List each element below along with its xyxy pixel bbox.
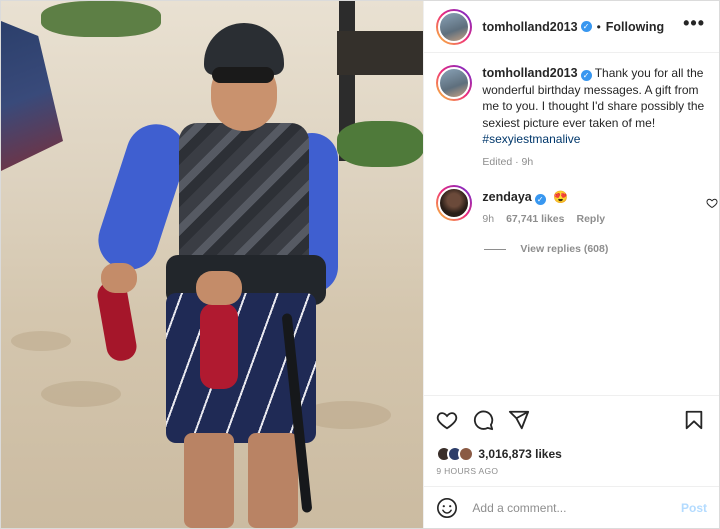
- following-button[interactable]: Following: [606, 20, 664, 34]
- verified-badge-icon: ✓: [580, 21, 592, 32]
- comment-like-heart-icon[interactable]: [706, 197, 718, 209]
- post-side-panel: tomholland2013 ✓ • Following ••• tomholl…: [423, 1, 719, 528]
- post-photo[interactable]: [1, 1, 424, 528]
- comment-input[interactable]: Add a comment...: [472, 501, 681, 515]
- red-shoe-right: [200, 303, 238, 389]
- bookmark-icon[interactable]: [683, 409, 705, 431]
- hashtag-link[interactable]: #sexyiestmanalive: [482, 132, 580, 146]
- add-comment-bar: Add a comment... Post: [424, 486, 719, 528]
- action-icons: [436, 408, 707, 432]
- more-options-icon[interactable]: •••: [683, 14, 705, 32]
- heart-icon[interactable]: [436, 409, 458, 431]
- liker-avatar[interactable]: [458, 446, 475, 462]
- header-info: tomholland2013 ✓ • Following: [482, 20, 664, 34]
- caption-body: tomholland2013 ✓ Thank you for all the wo…: [482, 65, 710, 170]
- likes-row: 3,016,873 likes: [436, 446, 707, 462]
- comment-likes[interactable]: 67,741 likes: [506, 213, 564, 225]
- comment-icon[interactable]: [472, 409, 494, 431]
- kite-background: [1, 21, 63, 171]
- sunglasses: [212, 67, 274, 83]
- hand-right: [196, 271, 242, 305]
- edited-timestamp: Edited · 9h: [482, 155, 534, 168]
- post-comment-button[interactable]: Post: [681, 501, 707, 515]
- right-leg: [248, 433, 298, 528]
- comment-meta: 9h 67,741 likes Reply: [482, 213, 605, 225]
- smiley-icon[interactable]: [436, 497, 458, 519]
- reply-button[interactable]: Reply: [576, 213, 605, 225]
- view-replies-button[interactable]: View replies (608): [484, 243, 608, 255]
- post-time-ago: 9 HOURS AGO: [436, 466, 499, 476]
- person-figure: [90, 23, 356, 528]
- caption: tomholland2013 ✓ Thank you for all the wo…: [436, 65, 712, 170]
- author-username[interactable]: tomholland2013: [482, 20, 577, 34]
- verified-badge-icon: ✓: [534, 194, 546, 205]
- caption-author-username[interactable]: tomholland2013: [482, 66, 577, 80]
- replies-divider: [484, 248, 507, 250]
- hand-left: [101, 263, 137, 293]
- verified-badge-icon: ✓: [580, 70, 592, 81]
- comment-time: 9h: [482, 213, 495, 225]
- likes-count[interactable]: 3,016,873 likes: [478, 447, 561, 461]
- share-icon[interactable]: [508, 409, 530, 431]
- commenter-username[interactable]: zendaya: [482, 190, 531, 204]
- post-header: tomholland2013 ✓ • Following •••: [424, 1, 719, 53]
- comment-emoji: 😍: [553, 190, 569, 204]
- author-avatar[interactable]: [436, 8, 473, 45]
- view-replies-label: View replies (608): [520, 243, 609, 255]
- separator-dot: •: [596, 19, 601, 34]
- comment-body: zendaya ✓ 😍 9h 67,741 likes Reply: [482, 185, 605, 225]
- post-actions: 3,016,873 likes 9 HOURS AGO: [424, 395, 719, 476]
- commenter-avatar[interactable]: [436, 185, 473, 221]
- impact-vest: [179, 123, 309, 273]
- left-leg: [184, 433, 234, 528]
- comment-item: zendaya ✓ 😍 9h 67,741 likes Reply: [436, 185, 718, 225]
- sand-patch: [11, 331, 71, 351]
- instagram-post-modal: tomholland2013 ✓ • Following ••• tomholl…: [0, 0, 720, 529]
- caption-author-avatar[interactable]: [436, 65, 473, 101]
